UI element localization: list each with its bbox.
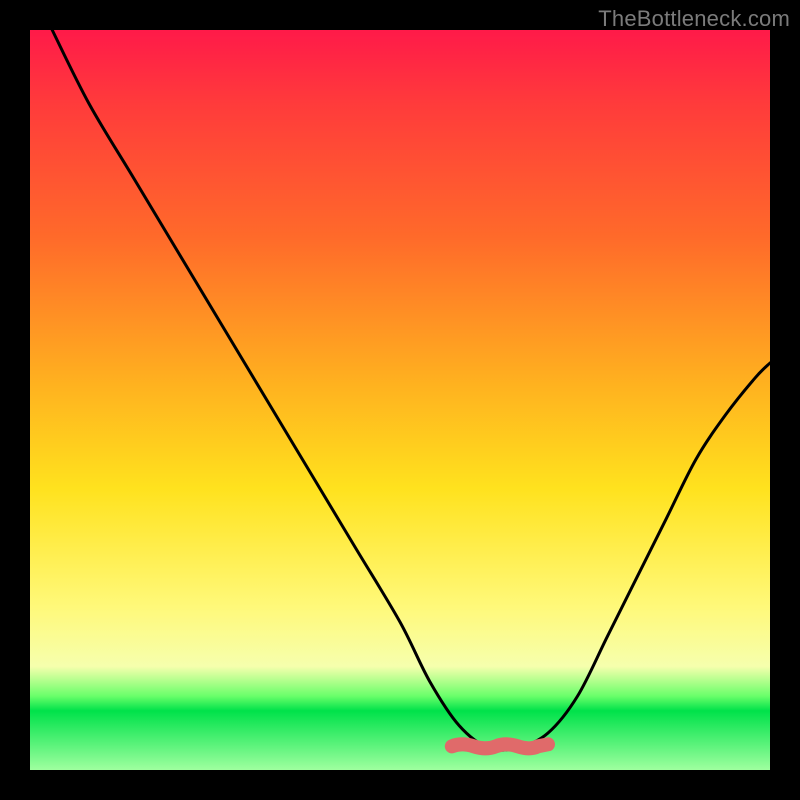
watermark-text: TheBottleneck.com bbox=[598, 6, 790, 32]
plot-area bbox=[30, 30, 770, 770]
chart-stage: TheBottleneck.com bbox=[0, 0, 800, 800]
bottleneck-curve bbox=[52, 30, 770, 750]
curve-layer bbox=[30, 30, 770, 770]
flat-min-highlight bbox=[452, 744, 548, 748]
